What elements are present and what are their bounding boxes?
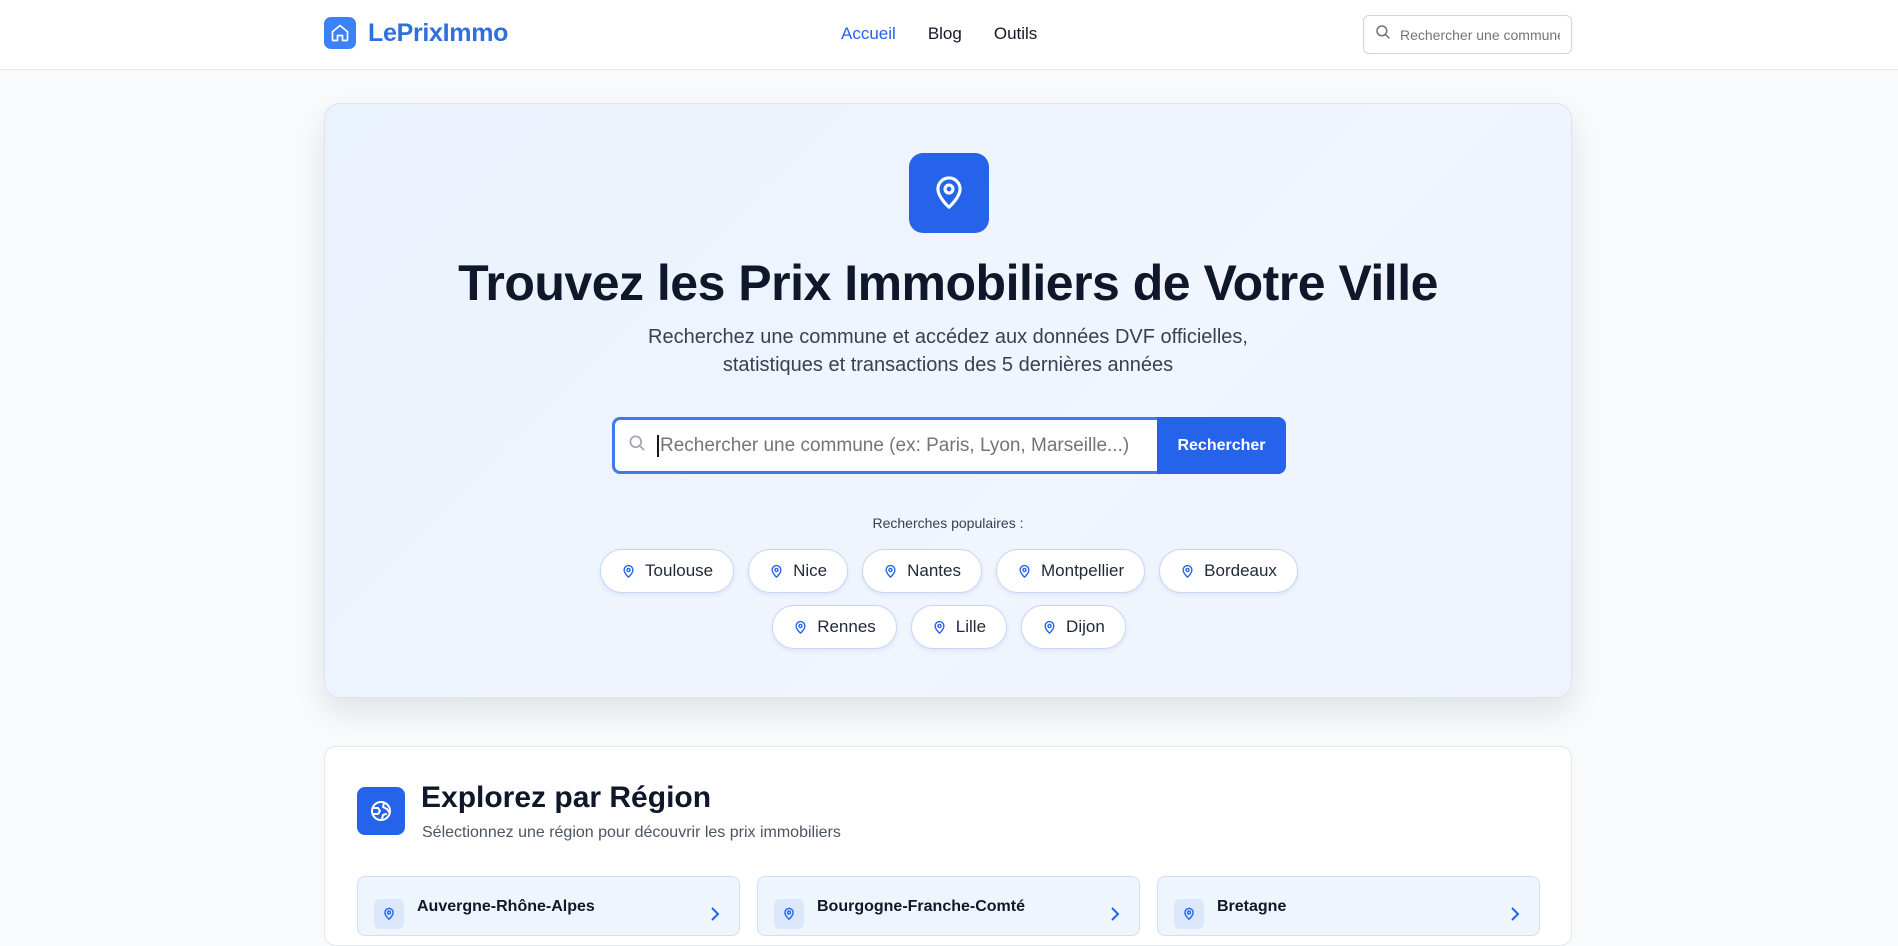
chip-label: Nantes bbox=[907, 561, 961, 580]
map-pin-icon bbox=[1044, 620, 1055, 634]
search-button[interactable]: Rechercher bbox=[1157, 417, 1286, 474]
chip-nantes[interactable]: Nantes bbox=[862, 549, 982, 593]
hero-subtitle-line2: statistiques et transactions des 5 derni… bbox=[722, 354, 1174, 376]
map-pin-icon bbox=[934, 620, 945, 634]
map-pin-icon bbox=[623, 564, 634, 578]
globe-icon bbox=[357, 787, 405, 835]
chip-rennes[interactable]: Rennes bbox=[772, 605, 897, 649]
hero-subtitle: Recherchez une commune et accédez aux do… bbox=[325, 323, 1571, 379]
chip-bordeaux[interactable]: Bordeaux bbox=[1159, 549, 1298, 593]
nav-accueil[interactable]: Accueil bbox=[841, 24, 896, 44]
chip-montpellier[interactable]: Montpellier bbox=[996, 549, 1146, 593]
main-nav: Accueil Blog Outils bbox=[841, 24, 1037, 44]
chip-label: Lille bbox=[955, 617, 987, 636]
hero-card: Trouvez les Prix Immobiliers de Votre Vi… bbox=[324, 103, 1572, 698]
popular-chips: Toulouse Nice Nantes Montpellier Bordeau… bbox=[599, 549, 1299, 649]
map-pin-icon bbox=[374, 899, 404, 929]
map-pin-icon bbox=[1182, 564, 1193, 578]
chip-label: Rennes bbox=[817, 617, 876, 636]
map-pin-icon bbox=[909, 153, 989, 233]
chip-nice[interactable]: Nice bbox=[748, 549, 849, 593]
header-search bbox=[1363, 15, 1572, 54]
chip-label: Dijon bbox=[1066, 617, 1105, 636]
chip-label: Bordeaux bbox=[1204, 561, 1277, 580]
region-bourgogne-franche-comte[interactable]: Bourgogne-Franche-Comté bbox=[757, 876, 1140, 936]
hero-search-input[interactable] bbox=[657, 434, 1137, 457]
hero-subtitle-line1: Recherchez une commune et accédez aux do… bbox=[648, 326, 1248, 348]
chip-label: Toulouse bbox=[645, 561, 714, 580]
home-icon bbox=[324, 17, 356, 49]
map-pin-icon bbox=[774, 899, 804, 929]
hero-search-field[interactable] bbox=[612, 417, 1157, 474]
chip-lille[interactable]: Lille bbox=[910, 605, 1008, 649]
chip-label: Montpellier bbox=[1041, 561, 1125, 580]
regions-title: Explorez par Région bbox=[421, 781, 712, 814]
region-bretagne[interactable]: Bretagne bbox=[1157, 876, 1540, 936]
header-search-input[interactable] bbox=[1400, 26, 1560, 43]
map-pin-icon bbox=[885, 564, 896, 578]
chip-toulouse[interactable]: Toulouse bbox=[600, 549, 735, 593]
chip-label: Nice bbox=[793, 561, 828, 580]
regions-subtitle: Sélectionnez une région pour découvrir l… bbox=[422, 824, 841, 841]
region-name: Auvergne-Rhône-Alpes bbox=[417, 898, 595, 915]
regions-section: Explorez par Région Sélectionnez une rég… bbox=[324, 746, 1572, 946]
map-pin-icon bbox=[771, 564, 782, 578]
popular-label: Recherches populaires : bbox=[872, 515, 1024, 531]
hero-title: Trouvez les Prix Immobiliers de Votre Vi… bbox=[458, 255, 1438, 311]
map-pin-icon bbox=[795, 620, 806, 634]
logo-text: LePrixImmo bbox=[368, 18, 509, 47]
region-name: Bretagne bbox=[1217, 898, 1287, 915]
nav-outils[interactable]: Outils bbox=[994, 24, 1037, 44]
logo[interactable]: LePrixImmo bbox=[324, 17, 508, 49]
map-pin-icon bbox=[1174, 899, 1204, 929]
hero-search-bar: Rechercher bbox=[612, 417, 1286, 474]
search-icon bbox=[1374, 23, 1392, 46]
top-header: LePrixImmo Accueil Blog Outils bbox=[0, 0, 1898, 70]
region-auvergne-rhone-alpes[interactable]: Auvergne-Rhône-Alpes bbox=[357, 876, 740, 936]
region-name: Bourgogne-Franche-Comté bbox=[817, 898, 1025, 915]
map-pin-icon bbox=[1019, 564, 1030, 578]
chip-dijon[interactable]: Dijon bbox=[1021, 605, 1126, 649]
nav-blog[interactable]: Blog bbox=[928, 24, 962, 44]
search-icon bbox=[627, 433, 647, 458]
